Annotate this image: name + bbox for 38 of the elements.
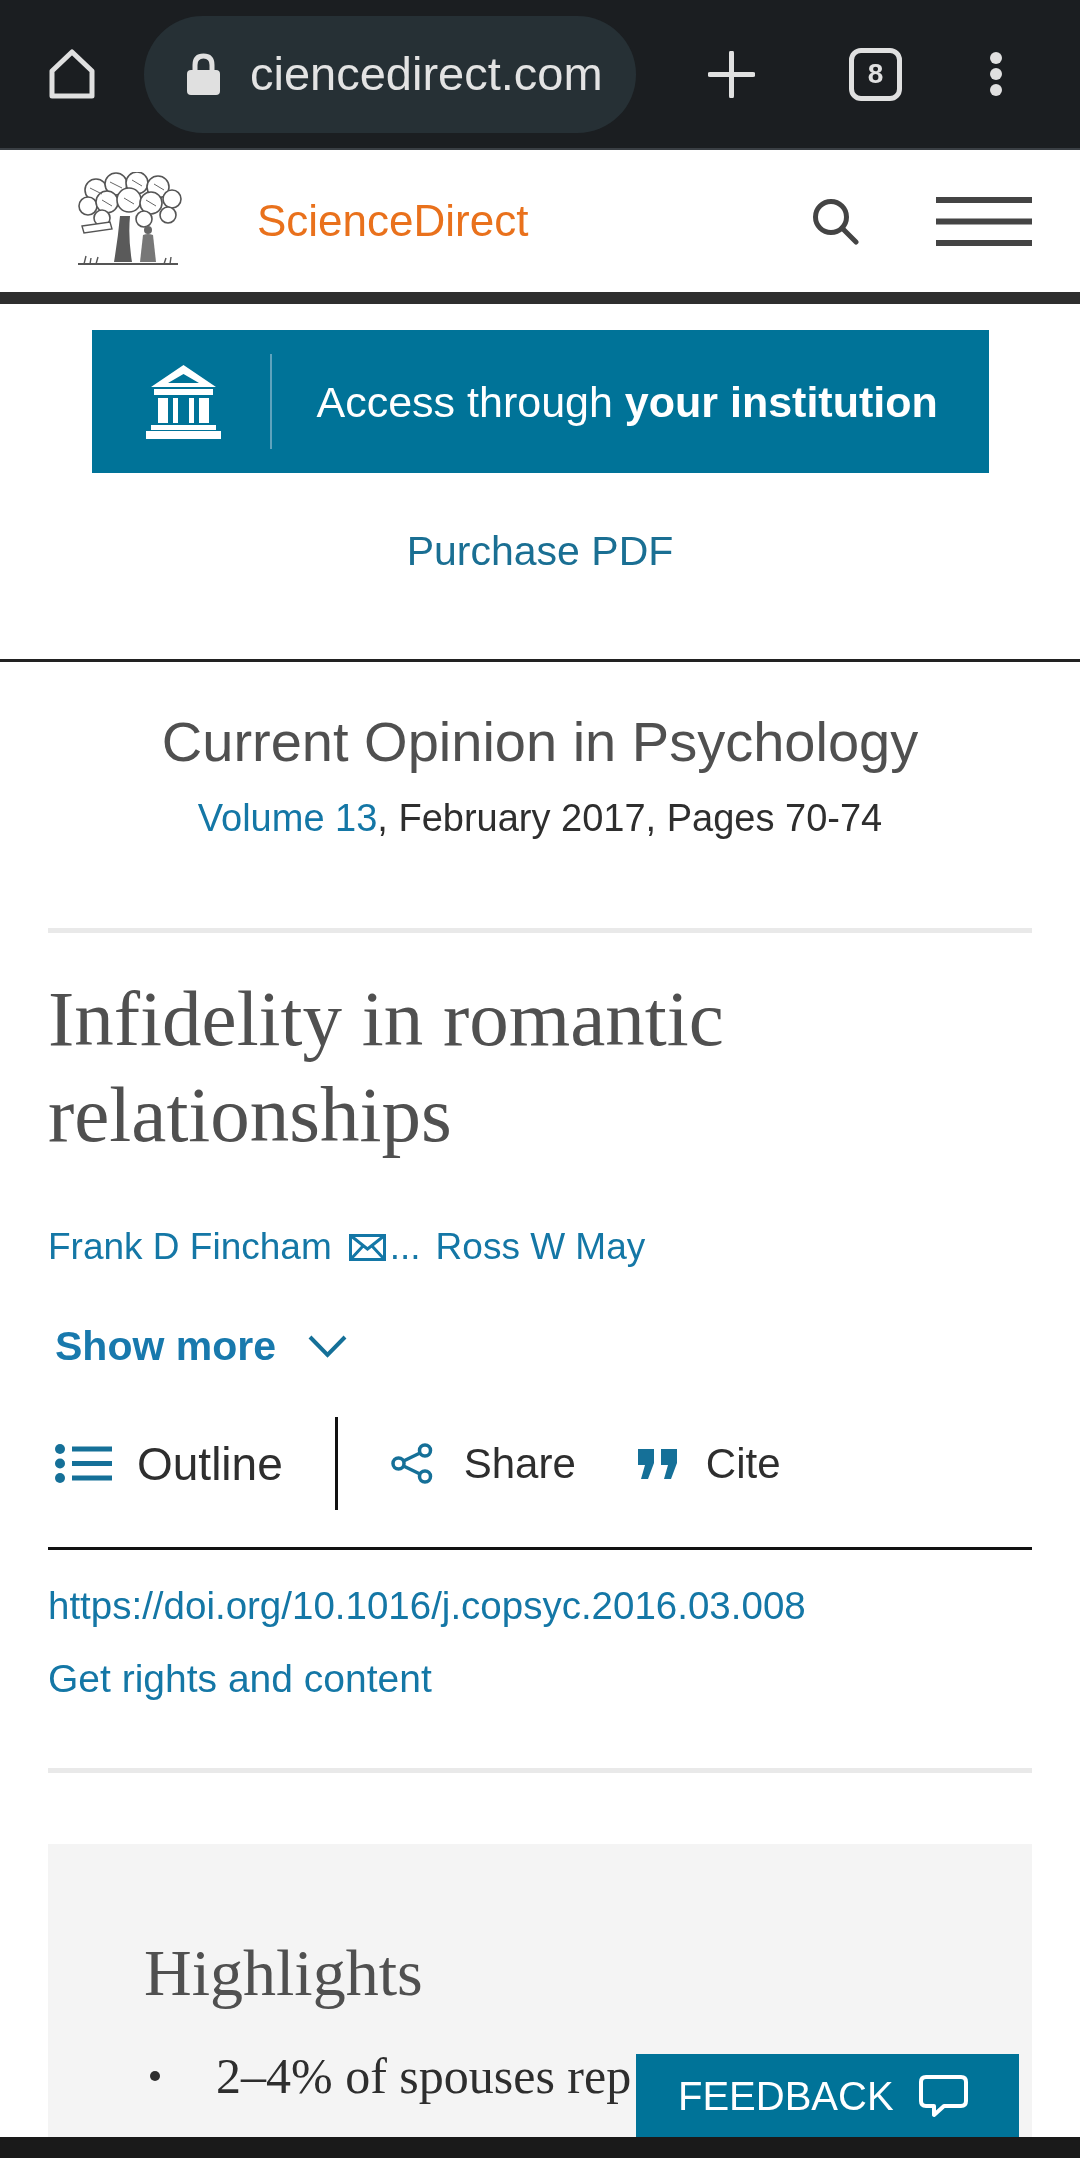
- highlight-text: 2–4% of spouses rep: [216, 2047, 632, 2106]
- journal-title: Current Opinion in Psychology: [161, 710, 919, 774]
- doi-link[interactable]: https://doi.org/10.1016/j.copsyc.2016.03.008: [48, 1582, 806, 1630]
- purchase-pdf-link[interactable]: Purchase PDF: [406, 527, 674, 575]
- issue-info: Volume 13, February 2017, Pages 70-74: [197, 796, 883, 841]
- more-options-icon: [989, 51, 1003, 97]
- search-icon: [812, 197, 859, 245]
- share-button[interactable]: Share: [390, 1438, 576, 1489]
- bullet-icon: [150, 2071, 160, 2081]
- new-tab-button[interactable]: [708, 50, 755, 98]
- brand-link[interactable]: ScienceDirect: [257, 195, 529, 247]
- article-title: Infidelity in romantic relationships: [48, 974, 725, 1160]
- feedback-button[interactable]: FEEDBACK: [636, 2054, 1019, 2137]
- access-institution-button[interactable]: Access through your institution: [91, 330, 989, 473]
- tab-switcher-button[interactable]: 8: [849, 47, 902, 101]
- chat-bubble-icon: [917, 2073, 969, 2118]
- cite-button[interactable]: Cite: [637, 1438, 781, 1489]
- rights-link[interactable]: Get rights and content: [48, 1655, 432, 1703]
- list-icon: [55, 1444, 112, 1483]
- email-icon[interactable]: [348, 1233, 386, 1261]
- url-text: ciencedirect.com: [250, 46, 603, 102]
- institution-icon: [145, 364, 221, 439]
- authors-ellipsis: ...: [389, 1225, 421, 1269]
- quote-icon: [637, 1448, 677, 1479]
- address-bar[interactable]: ciencedirect.com: [144, 15, 636, 133]
- volume-link[interactable]: Volume 13: [197, 797, 378, 839]
- menu-icon: [936, 196, 1032, 246]
- author-link[interactable]: Ross W May: [435, 1223, 646, 1271]
- show-more-button[interactable]: Show more: [55, 1321, 348, 1371]
- menu-button[interactable]: [936, 196, 1032, 246]
- share-icon: [390, 1443, 433, 1484]
- lock-icon: [187, 53, 220, 95]
- plus-icon: [708, 50, 755, 98]
- highlights-heading: Highlights: [144, 1935, 423, 2011]
- author-link[interactable]: Frank D Fincham: [48, 1223, 332, 1271]
- search-button[interactable]: [812, 197, 859, 245]
- more-button[interactable]: [989, 51, 1003, 97]
- outline-button[interactable]: Outline: [55, 1438, 283, 1489]
